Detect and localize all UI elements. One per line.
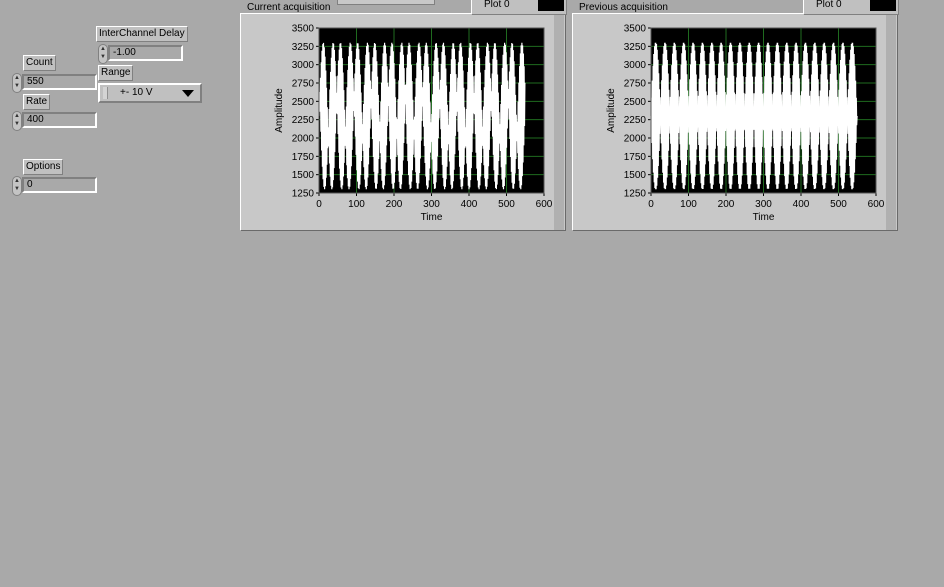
y-tick-label: 1250 [624, 189, 647, 200]
dropdown-arrow-icon[interactable] [182, 90, 194, 97]
x-tick-label: 0 [316, 199, 322, 210]
rate-label: Rate [23, 94, 51, 110]
legend-label: Plot 0 [816, 0, 842, 10]
interchannel-delay-input[interactable]: -1.00 [108, 45, 183, 61]
options-label: Options [23, 159, 64, 175]
x-tick-label: 0 [648, 199, 654, 210]
y-axis-label: Amplitude [274, 88, 285, 133]
y-tick-label: 3250 [292, 42, 315, 53]
x-tick-label: 600 [536, 199, 553, 210]
y-tick-label: 3500 [624, 24, 647, 35]
ring-increment-handle[interactable] [103, 87, 108, 99]
y-tick-label: 2250 [624, 115, 647, 126]
x-axis-label: Time [753, 212, 775, 223]
count-input[interactable]: 550 [22, 74, 97, 90]
y-tick-label: 3500 [292, 24, 315, 35]
count-increment-decrement[interactable]: ▲ ▼ [12, 73, 22, 93]
x-axis-label: Time [421, 212, 443, 223]
x-tick-label: 300 [755, 199, 772, 210]
y-tick-label: 1750 [292, 152, 315, 163]
y-axis-label: Amplitude [606, 88, 617, 133]
interchannel-delay-label: InterChannel Delay [96, 26, 188, 42]
plot-legend[interactable]: Plot 0 [803, 0, 899, 15]
range-label: Range [98, 65, 134, 81]
y-tick-label: 2000 [624, 134, 647, 145]
y-tick-label: 1500 [292, 170, 315, 181]
y-tick-label: 2750 [292, 79, 315, 90]
plot-legend[interactable]: Plot 0 [471, 0, 567, 15]
y-tick-label: 2500 [624, 97, 647, 108]
graph-scroll-strip [886, 14, 896, 230]
options-input[interactable]: 0 [22, 177, 97, 193]
y-tick-label: 3000 [624, 60, 647, 71]
previous-acquisition-graph[interactable]: Previous acquisition 0 100 200 300 400 500 600… [572, 2, 899, 232]
interchannel-delay-increment-decrement[interactable]: ▲ ▼ [98, 44, 108, 64]
y-tick-label: 1250 [292, 189, 315, 200]
y-tick-label: 2750 [624, 79, 647, 90]
x-tick-label: 500 [498, 199, 515, 210]
x-tick-label: 300 [423, 199, 440, 210]
current-acquisition-graph[interactable]: Current acquisition 0 100 200 300 400 500 600 1… [240, 2, 567, 232]
x-tick-label: 400 [793, 199, 810, 210]
y-tick-label: 2500 [292, 97, 315, 108]
y-tick-label: 2000 [292, 134, 315, 145]
y-tick-label: 2250 [292, 115, 315, 126]
rate-increment-decrement[interactable]: ▲ ▼ [12, 111, 22, 131]
graph-scroll-strip [554, 14, 564, 230]
x-tick-label: 400 [461, 199, 478, 210]
x-tick-label: 200 [718, 199, 735, 210]
y-tick-label: 1750 [624, 152, 647, 163]
y-tick-label: 3250 [624, 42, 647, 53]
current-acquisition-title-frame [337, 0, 435, 5]
graph-title: Current acquisition [247, 2, 331, 13]
x-tick-label: 500 [830, 199, 847, 210]
x-tick-label: 600 [868, 199, 885, 210]
count-label: Count [23, 55, 56, 71]
previous-acquisition-plot[interactable]: 0 100 200 300 400 500 600 1250 1500 1750 2000 2250 2… [573, 14, 899, 232]
x-tick-label: 200 [386, 199, 403, 210]
graph-title: Previous acquisition [579, 2, 668, 13]
range-value: +- 10 V [120, 87, 153, 98]
plot-style-icon[interactable] [538, 0, 564, 11]
range-ring-selector[interactable]: +- 10 V [98, 83, 202, 103]
options-increment-decrement[interactable]: ▲ ▼ [12, 176, 22, 196]
y-tick-label: 3000 [292, 60, 315, 71]
plot-style-icon[interactable] [870, 0, 896, 11]
x-tick-label: 100 [348, 199, 365, 210]
current-acquisition-plot[interactable]: 0 100 200 300 400 500 600 1250 1500 1750 2000 2250 2… [241, 14, 567, 232]
x-tick-label: 100 [680, 199, 697, 210]
rate-input[interactable]: 400 [22, 112, 97, 128]
y-tick-label: 1500 [624, 170, 647, 181]
legend-label: Plot 0 [484, 0, 510, 10]
